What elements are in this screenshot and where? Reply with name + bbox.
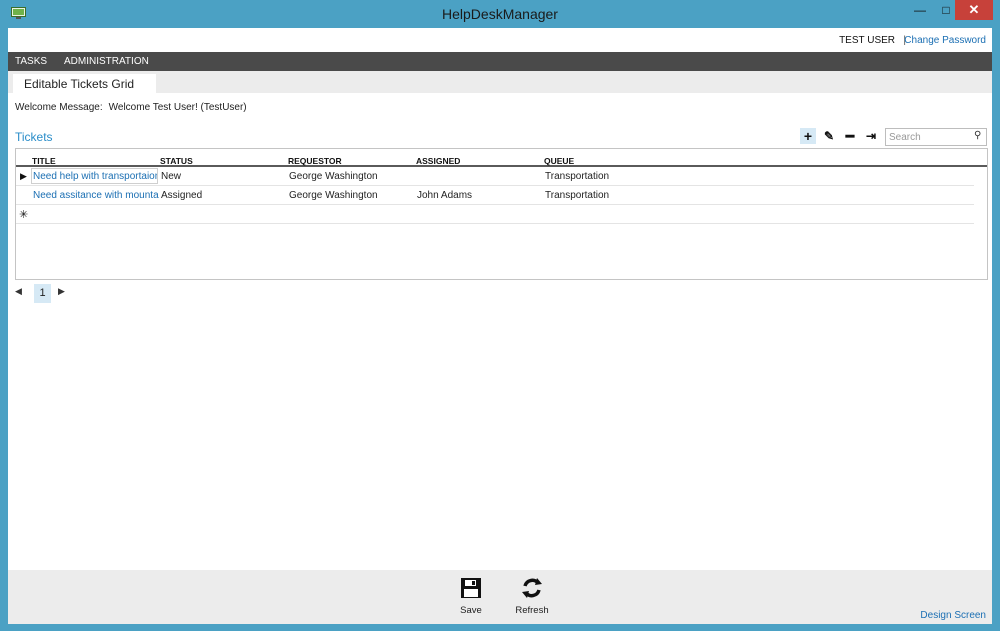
close-button[interactable]: ✕	[955, 0, 993, 20]
refresh-label: Refresh	[515, 605, 549, 616]
welcome-value: Welcome Test User! (TestUser)	[108, 102, 247, 113]
ticket-requestor[interactable]: George Washington	[289, 190, 378, 201]
save-label: Save	[460, 605, 482, 616]
column-header-title[interactable]: TITLE	[32, 156, 56, 166]
open-icon[interactable]: ⇥	[863, 128, 879, 144]
column-header-queue[interactable]: QUEUE	[544, 156, 574, 166]
ticket-status[interactable]: Assigned	[161, 190, 202, 201]
ticket-requestor[interactable]: George Washington	[289, 171, 378, 182]
ticket-queue[interactable]: Transportation	[545, 171, 609, 182]
current-user: TEST USER	[839, 35, 895, 46]
menu-bar: TASKS ADMINISTRATION	[8, 52, 992, 71]
client-area: TEST USER | Change Password TASKS ADMINI…	[8, 28, 992, 624]
search-input[interactable]	[885, 128, 987, 146]
app-window: HelpDeskManager — □ ✕ TEST USER | Change…	[0, 0, 1000, 631]
tab-strip: Editable Tickets Grid	[8, 71, 992, 93]
minimize-button[interactable]: —	[907, 0, 933, 20]
ticket-title-link[interactable]: Need assitance with mountain	[33, 190, 159, 201]
ticket-title-link[interactable]: Need help with transportaion	[33, 171, 157, 182]
table-row[interactable]: ▶ Need help with transportaion New Georg…	[16, 167, 974, 186]
column-header-status[interactable]: STATUS	[160, 156, 193, 166]
change-password-link[interactable]: Change Password	[904, 35, 986, 46]
delete-icon[interactable]: ━	[842, 128, 858, 144]
title-bar[interactable]: HelpDeskManager — □ ✕	[0, 0, 1000, 28]
ticket-assigned[interactable]: John Adams	[417, 190, 472, 201]
new-row[interactable]: ✳	[16, 205, 974, 224]
welcome-message: Welcome Message: Welcome Test User! (Test…	[15, 102, 247, 113]
ticket-queue[interactable]: Transportation	[545, 190, 609, 201]
edit-icon[interactable]: ✎	[821, 128, 837, 144]
welcome-label: Welcome Message:	[15, 102, 103, 113]
ticket-status[interactable]: New	[161, 171, 181, 182]
design-screen-link[interactable]: Design Screen	[920, 610, 986, 621]
refresh-icon	[522, 578, 542, 598]
add-icon[interactable]: +	[800, 128, 816, 144]
new-row-icon: ✳	[19, 209, 29, 221]
table-row[interactable]: Need assitance with mountain Assigned Ge…	[16, 186, 974, 205]
menu-item-tasks[interactable]: TASKS	[15, 56, 47, 67]
column-header-assigned[interactable]: ASSIGNED	[416, 156, 460, 166]
tab-editable-tickets-grid[interactable]: Editable Tickets Grid	[13, 74, 156, 93]
pager-next-icon[interactable]: ▶	[58, 286, 65, 297]
window-title: HelpDeskManager	[442, 6, 558, 22]
menu-item-administration[interactable]: ADMINISTRATION	[64, 56, 149, 67]
save-button[interactable]: Save	[441, 576, 501, 616]
user-bar: TEST USER | Change Password	[8, 28, 992, 52]
column-header-requestor[interactable]: REQUESTOR	[288, 156, 342, 166]
save-icon	[461, 578, 481, 598]
tickets-section-title: Tickets	[15, 130, 53, 144]
tickets-grid: TITLE STATUS REQUESTOR ASSIGNED QUEUE ▶ …	[15, 148, 988, 280]
pager-page-1[interactable]: 1	[34, 284, 51, 303]
search-icon[interactable]: ⚲	[974, 130, 981, 141]
current-row-indicator-icon: ▶	[20, 171, 27, 181]
pager-prev-icon[interactable]: ◀	[15, 286, 22, 297]
grid-header: TITLE STATUS REQUESTOR ASSIGNED QUEUE	[16, 149, 987, 167]
refresh-button[interactable]: Refresh	[502, 576, 562, 616]
command-bar: Save Refresh Design Screen	[8, 570, 992, 624]
